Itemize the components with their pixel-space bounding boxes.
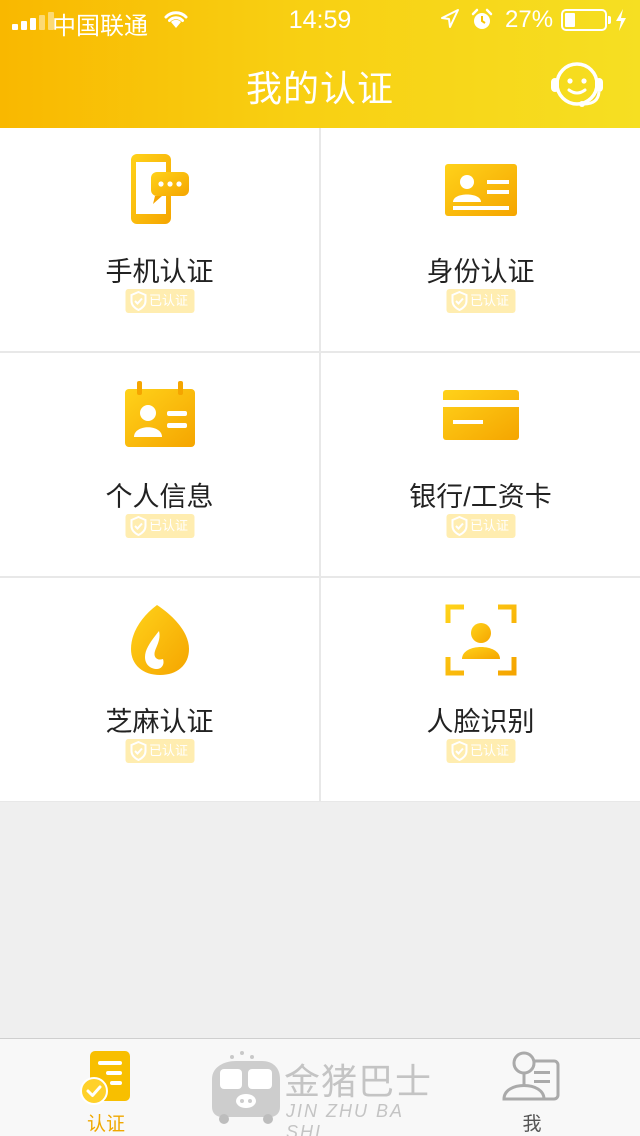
phone-chat-icon <box>130 154 189 224</box>
shield-check-icon <box>129 516 146 536</box>
tab-me-label: 我 <box>522 1114 542 1135</box>
verified-badge-text: 已认证 <box>148 518 189 533</box>
customer-service-button[interactable] <box>548 58 606 110</box>
verified-badge-text: 已认证 <box>148 293 189 308</box>
verified-badge: 已认证 <box>124 739 195 763</box>
profile-icon <box>502 1051 560 1101</box>
battery-percent: 27% <box>505 6 554 33</box>
shield-check-icon <box>450 516 467 536</box>
brand-pinyin: JIN ZHU BA SHI <box>286 1101 404 1136</box>
contact-card-icon <box>124 381 195 447</box>
auth-item-label: 个人信息 <box>105 482 214 512</box>
auth-item-label: 手机认证 <box>105 257 214 287</box>
shield-check-icon <box>450 291 467 311</box>
face-scan-icon <box>445 604 516 676</box>
verified-badge: 已认证 <box>124 289 195 313</box>
auth-item-sesame[interactable]: 芝麻认证 已认证 <box>0 578 319 801</box>
header: 中国联通 14:59 27% 我的认证 <box>0 0 640 128</box>
verified-badge: 已认证 <box>445 739 516 763</box>
customer-service-icon <box>551 62 603 107</box>
auth-item-label: 身份认证 <box>426 257 535 287</box>
alarm-icon <box>471 8 493 29</box>
auth-grid: 手机认证 已认证 身份认证 已认证 个人信息 已认证 银行/工资卡 已认证 芝麻… <box>0 128 640 802</box>
auth-item-personal-info[interactable]: 个人信息 已认证 <box>0 353 319 576</box>
auth-item-identity[interactable]: 身份认证 已认证 <box>321 128 640 351</box>
tab-certify-label: 认证 <box>86 1114 125 1135</box>
verified-badge-text: 已认证 <box>469 518 510 533</box>
verified-badge-text: 已认证 <box>148 743 189 758</box>
tab-me[interactable]: 我 <box>486 1039 578 1136</box>
bank-card-icon <box>442 390 519 440</box>
shield-check-icon <box>129 291 146 311</box>
verified-badge: 已认证 <box>124 514 195 538</box>
verified-badge-text: 已认证 <box>469 293 510 308</box>
auth-item-label: 人脸识别 <box>426 707 535 737</box>
auth-item-label: 芝麻认证 <box>105 707 214 737</box>
brand-name: 金猪巴士 <box>284 1061 433 1102</box>
brand-logo: 金猪巴士 JIN ZHU BA SHI <box>206 1049 436 1136</box>
auth-item-face-recognition[interactable]: 人脸识别 已认证 <box>321 578 640 801</box>
tab-certify[interactable]: 认证 <box>60 1039 152 1136</box>
location-arrow-icon <box>441 9 459 28</box>
auth-item-label: 银行/工资卡 <box>409 482 552 512</box>
verified-badge: 已认证 <box>445 289 516 313</box>
id-card-icon <box>444 164 517 216</box>
auth-item-bank-card[interactable]: 银行/工资卡 已认证 <box>321 353 640 576</box>
battery-icon <box>561 9 611 31</box>
pig-bus-icon <box>212 1051 280 1124</box>
sesame-icon <box>130 605 189 675</box>
page-title: 我的认证 <box>245 68 394 109</box>
tab-bar: 认证 金猪巴士 JIN ZHU BA SHI 我 <box>0 1038 640 1136</box>
verified-badge: 已认证 <box>445 514 516 538</box>
shield-check-icon <box>129 741 146 761</box>
auth-item-phone[interactable]: 手机认证 已认证 <box>0 128 319 351</box>
shield-check-icon <box>450 741 467 761</box>
charging-bolt-icon <box>616 9 626 31</box>
status-bar: 中国联通 14:59 27% <box>0 0 640 40</box>
certify-doc-icon <box>80 1051 130 1105</box>
verified-badge-text: 已认证 <box>469 743 510 758</box>
